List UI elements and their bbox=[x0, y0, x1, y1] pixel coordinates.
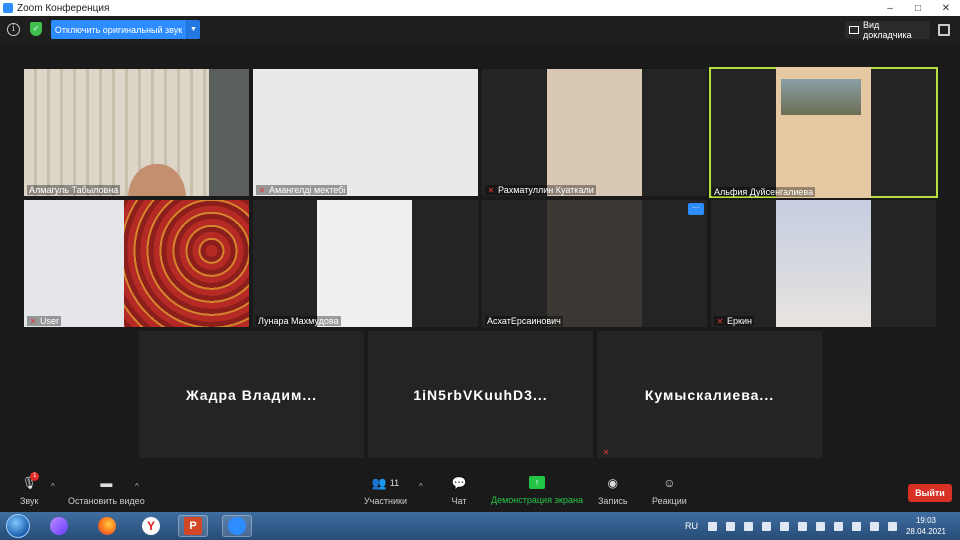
view-icon bbox=[849, 26, 859, 34]
video-off-tile[interactable]: Кумыскалиева... ✕ bbox=[597, 331, 822, 458]
participant-name: ✕ Рахматуллин Куаткали bbox=[485, 185, 596, 195]
meeting-toolbar: 🎙 1 Звук ^ ▬ Остановить видео ^ 👥 11 Участ… bbox=[0, 472, 960, 512]
mic-muted-icon: ✕ bbox=[487, 185, 495, 195]
windows-taskbar: Y P RU 19:03 28.04.2021 bbox=[0, 512, 960, 540]
zoom-app-icon bbox=[3, 3, 13, 13]
participant-name: Лунара Махмудова bbox=[256, 316, 341, 326]
participant-name: Жадра Владим... bbox=[185, 386, 318, 403]
video-feed bbox=[547, 69, 642, 196]
tray-app-icon[interactable] bbox=[761, 521, 771, 531]
wall-picture bbox=[781, 79, 861, 115]
network-icon[interactable] bbox=[851, 521, 861, 531]
door bbox=[209, 69, 249, 196]
video-tile-active-speaker[interactable]: Альфия Дуйсенгалиева bbox=[709, 67, 938, 198]
participant-name: Кумыскалиева... bbox=[644, 386, 775, 403]
shield-icon[interactable]: ✓ bbox=[30, 22, 42, 36]
video-feed bbox=[776, 200, 871, 327]
carpet bbox=[124, 200, 249, 327]
system-tray: RU 19:03 28.04.2021 bbox=[685, 512, 960, 540]
audio-options-caret[interactable]: ^ bbox=[51, 482, 55, 491]
video-feed bbox=[317, 200, 412, 327]
participants-button[interactable]: 👥 11 Участники bbox=[364, 476, 407, 506]
video-off-tile[interactable]: 1iN5rbVKuuhD3... bbox=[368, 331, 593, 458]
participants-count: 11 bbox=[389, 478, 400, 488]
mic-muted-icon: ✕ bbox=[258, 185, 266, 195]
mic-muted-icon: ✕ bbox=[29, 316, 37, 326]
smiley-icon: ☺ bbox=[663, 476, 676, 490]
tray-app-icon[interactable] bbox=[743, 521, 753, 531]
yandex-browser-icon[interactable]: Y bbox=[136, 515, 166, 537]
video-tile[interactable]: ✕ Амангелді мектебі bbox=[253, 69, 478, 196]
participant-name: Алмагуль Табыловна bbox=[27, 185, 121, 195]
bluetooth-icon[interactable] bbox=[707, 521, 717, 531]
video-off-tile[interactable]: Жадра Владим... bbox=[139, 331, 364, 458]
chat-button[interactable]: 💬 Чат bbox=[451, 476, 467, 506]
participants-options-caret[interactable]: ^ bbox=[419, 482, 423, 491]
zoom-taskbar-icon[interactable] bbox=[222, 515, 252, 537]
windows-start-icon[interactable] bbox=[6, 514, 30, 538]
video-camera-icon: ▬ bbox=[100, 476, 113, 490]
record-button[interactable]: ◉ Запись bbox=[598, 476, 628, 506]
share-screen-icon: ↑ bbox=[528, 476, 545, 489]
fullscreen-icon[interactable] bbox=[938, 24, 950, 36]
participant-name: ✕ User bbox=[27, 316, 62, 326]
participants-icon: 👥 11 bbox=[371, 476, 400, 490]
leave-meeting-button[interactable]: Выйти bbox=[908, 484, 952, 502]
powerpoint-icon[interactable]: P bbox=[178, 515, 208, 537]
mute-indicator: ✕ bbox=[600, 448, 615, 457]
speaker-view-label: Вид докладчика bbox=[862, 20, 912, 40]
more-options-button[interactable]: ··· bbox=[688, 203, 704, 215]
info-icon[interactable]: i bbox=[7, 23, 20, 36]
tray-app-icon[interactable] bbox=[815, 521, 825, 531]
participant-name: 1iN5rbVKuuhD3... bbox=[413, 386, 548, 403]
language-indicator[interactable]: RU bbox=[685, 521, 698, 531]
tray-app-icon[interactable] bbox=[797, 521, 807, 531]
mic-muted-icon: ✕ bbox=[716, 316, 724, 326]
window-title: Zoom Конференция bbox=[17, 2, 110, 14]
flag-icon[interactable] bbox=[779, 521, 789, 531]
tray-app-icon[interactable] bbox=[725, 521, 735, 531]
video-feed bbox=[253, 69, 478, 196]
audio-button[interactable]: 🎙 1 Звук bbox=[20, 472, 40, 506]
close-button[interactable]: ✕ bbox=[932, 0, 960, 16]
record-icon: ◉ bbox=[607, 476, 618, 490]
participant-name: ✕ Амангелді мектебі bbox=[256, 185, 348, 195]
speaker-view-button[interactable]: Вид докладчика bbox=[845, 20, 930, 40]
clock[interactable]: 19:03 28.04.2021 bbox=[906, 515, 946, 537]
video-tile[interactable]: ✕ Рахматуллин Куаткали bbox=[482, 69, 707, 196]
video-tile[interactable]: ✕ User bbox=[24, 200, 249, 327]
video-tile[interactable]: ✕ Еркин bbox=[711, 200, 936, 327]
video-options-caret[interactable]: ^ bbox=[135, 482, 139, 491]
window-titlebar: Zoom Конференция – □ ✕ bbox=[0, 0, 960, 16]
tray-app-icon[interactable] bbox=[833, 521, 843, 531]
video-tile[interactable]: Лунара Махмудова bbox=[253, 200, 478, 327]
participant-name: Альфия Дуйсенгалиева bbox=[712, 187, 816, 197]
video-tile[interactable]: Алмагуль Табыловна bbox=[24, 69, 249, 196]
volume-icon[interactable] bbox=[869, 521, 879, 531]
participant-name: ✕ Еркин bbox=[714, 316, 754, 326]
alice-assistant-icon[interactable] bbox=[44, 515, 74, 537]
audio-badge: 1 bbox=[30, 472, 40, 481]
mic-muted-icon: ✕ bbox=[602, 448, 610, 457]
participant-name: АсхатЕрсаинович bbox=[485, 316, 563, 326]
chat-icon: 💬 bbox=[451, 476, 467, 490]
video-feed bbox=[24, 200, 124, 327]
chevron-down-icon[interactable]: ▼ bbox=[186, 20, 200, 39]
battery-icon[interactable] bbox=[887, 521, 897, 531]
maximize-button[interactable]: □ bbox=[904, 0, 932, 16]
firefox-icon[interactable] bbox=[92, 515, 122, 537]
reactions-button[interactable]: ☺ Реакции bbox=[652, 476, 687, 506]
video-feed bbox=[547, 200, 642, 327]
stop-video-button[interactable]: ▬ Остановить видео bbox=[68, 476, 145, 506]
share-screen-button[interactable]: ↑ Демонстрация экрана bbox=[491, 476, 583, 505]
meeting-topbar: i ✓ Отключить оригинальный звук ▼ Вид до… bbox=[0, 16, 960, 46]
minimize-button[interactable]: – bbox=[876, 0, 904, 16]
original-sound-button[interactable]: Отключить оригинальный звук bbox=[51, 20, 186, 39]
microphone-icon: 🎙 1 bbox=[21, 472, 40, 490]
video-tile[interactable]: ··· АсхатЕрсаинович bbox=[482, 200, 707, 327]
